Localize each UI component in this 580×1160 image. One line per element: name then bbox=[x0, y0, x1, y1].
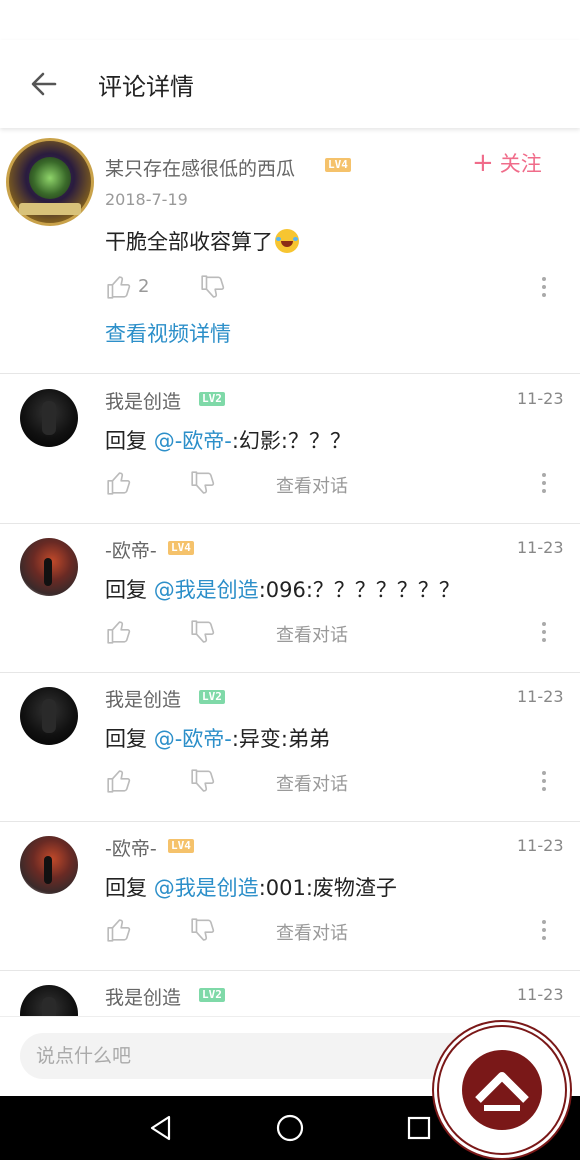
reply-prefix: 回复 bbox=[105, 727, 147, 751]
thumbs-up-icon bbox=[107, 621, 131, 644]
avatar[interactable] bbox=[20, 985, 78, 1016]
dislike-button[interactable] bbox=[188, 468, 218, 498]
thumbs-down-icon bbox=[201, 275, 225, 298]
level-badge: LV2 bbox=[199, 690, 225, 704]
mention-link[interactable]: @我是创造 bbox=[154, 876, 259, 900]
like-count: 2 bbox=[138, 276, 150, 297]
nav-home-button[interactable] bbox=[274, 1112, 306, 1144]
level-badge: LV2 bbox=[199, 988, 225, 1002]
thumbs-down-icon bbox=[191, 620, 215, 643]
thumbs-up-icon bbox=[107, 919, 131, 942]
list-item: 我是创造 LV2 11-23 bbox=[0, 971, 580, 1016]
reply-time: 11-23 bbox=[517, 985, 564, 1004]
mention-link[interactable]: @-欧帝- bbox=[154, 727, 232, 751]
thumbs-down-icon bbox=[191, 769, 215, 792]
more-options-button[interactable] bbox=[532, 617, 556, 647]
list-item: 我是创造 LV2 11-23 回复 @-欧帝-:幻影:？？？ 查看对话 bbox=[0, 375, 580, 524]
reply-body: :异变:弟弟 bbox=[231, 727, 330, 751]
mention-link[interactable]: @我是创造 bbox=[154, 578, 259, 602]
reply-body: :幻影:？？？ bbox=[231, 429, 351, 453]
username[interactable]: -欧帝- bbox=[105, 536, 157, 563]
comment-body: 干脆全部收容算了 bbox=[105, 230, 273, 254]
username[interactable]: 某只存在感很低的西瓜 bbox=[105, 154, 295, 181]
avatar[interactable] bbox=[6, 138, 94, 226]
view-conversation-link[interactable]: 查看对话 bbox=[276, 770, 348, 796]
list-item: -欧帝- LV4 11-23 回复 @我是创造:001:废物渣子 查看对话 bbox=[0, 822, 580, 971]
view-conversation-link[interactable]: 查看对话 bbox=[276, 919, 348, 945]
laughing-emoji-icon bbox=[275, 229, 299, 253]
more-options-button[interactable] bbox=[532, 468, 556, 498]
circle-home-icon bbox=[276, 1114, 304, 1142]
thumbs-up-icon bbox=[107, 770, 131, 793]
dislike-button[interactable] bbox=[188, 766, 218, 796]
more-options-button[interactable] bbox=[532, 766, 556, 796]
list-item: 我是创造 LV2 11-23 回复 @-欧帝-:异变:弟弟 查看对话 bbox=[0, 673, 580, 822]
view-conversation-link[interactable]: 查看对话 bbox=[276, 472, 348, 498]
username[interactable]: 我是创造 bbox=[105, 387, 181, 414]
more-options-button[interactable] bbox=[532, 915, 556, 945]
reply-time: 11-23 bbox=[517, 389, 564, 408]
comment-date: 2018-7-19 bbox=[105, 190, 188, 209]
thumbs-up-icon bbox=[107, 472, 131, 495]
level-badge: LV4 bbox=[325, 158, 351, 172]
level-badge: LV4 bbox=[168, 541, 194, 555]
reply-prefix: 回复 bbox=[105, 876, 147, 900]
avatar-ribbon bbox=[19, 203, 81, 215]
reply-time: 11-23 bbox=[517, 687, 564, 706]
watermark-logo bbox=[432, 1020, 572, 1160]
reply-body: :001:废物渣子 bbox=[258, 876, 397, 900]
mention-link[interactable]: @-欧帝- bbox=[154, 429, 232, 453]
status-bar bbox=[0, 0, 580, 40]
like-button[interactable] bbox=[104, 272, 134, 302]
back-arrow-icon bbox=[31, 72, 57, 96]
avatar[interactable] bbox=[20, 389, 78, 447]
dislike-button[interactable] bbox=[198, 272, 228, 302]
view-conversation-link[interactable]: 查看对话 bbox=[276, 621, 348, 647]
follow-label: 关注 bbox=[499, 152, 542, 176]
level-badge: LV4 bbox=[168, 839, 194, 853]
reply-prefix: 回复 bbox=[105, 429, 147, 453]
reply-time: 11-23 bbox=[517, 836, 564, 855]
thumbs-up-icon bbox=[107, 276, 131, 299]
follow-button[interactable]: + 关注 bbox=[472, 148, 542, 178]
avatar[interactable] bbox=[20, 836, 78, 894]
comment-input[interactable] bbox=[20, 1033, 490, 1079]
avatar[interactable] bbox=[20, 538, 78, 596]
list-item: -欧帝- LV4 11-23 回复 @我是创造:096:？？？？？？？ 查看对话 bbox=[0, 524, 580, 673]
nav-back-button[interactable] bbox=[145, 1112, 177, 1144]
reply-text: 回复 @我是创造:096:？？？？？？？ bbox=[105, 574, 460, 604]
page-title: 评论详情 bbox=[98, 72, 194, 101]
username[interactable]: -欧帝- bbox=[105, 834, 157, 861]
view-video-link[interactable]: 查看视频详情 bbox=[105, 318, 231, 348]
reply-time: 11-23 bbox=[517, 538, 564, 557]
more-options-button[interactable] bbox=[532, 272, 556, 302]
reply-text: 回复 @-欧帝-:异变:弟弟 bbox=[105, 723, 330, 753]
comment-text: 干脆全部收容算了 bbox=[105, 226, 299, 256]
dislike-button[interactable] bbox=[188, 915, 218, 945]
thumbs-down-icon bbox=[191, 918, 215, 941]
avatar[interactable] bbox=[20, 687, 78, 745]
watermark-seal bbox=[437, 1025, 567, 1155]
top-app-bar: 评论详情 bbox=[0, 40, 580, 128]
reply-text: 回复 @-欧帝-:幻影:？？？ bbox=[105, 425, 351, 455]
plus-icon: + bbox=[472, 148, 494, 178]
like-button[interactable] bbox=[104, 915, 134, 945]
level-badge: LV2 bbox=[199, 392, 225, 406]
avatar-crest bbox=[29, 157, 71, 199]
dislike-button[interactable] bbox=[188, 617, 218, 647]
square-recents-icon bbox=[407, 1116, 431, 1140]
like-button[interactable] bbox=[104, 617, 134, 647]
like-button[interactable] bbox=[104, 468, 134, 498]
back-button[interactable] bbox=[0, 40, 88, 128]
nav-recents-button[interactable] bbox=[403, 1112, 435, 1144]
triangle-back-icon bbox=[150, 1115, 171, 1141]
main-comment: 某只存在感很低的西瓜 LV4 + 关注 2018-7-19 干脆全部收容算了 2… bbox=[0, 130, 580, 374]
reply-body: :096:？？？？？？？ bbox=[258, 578, 460, 602]
reply-prefix: 回复 bbox=[105, 578, 147, 602]
reply-text: 回复 @我是创造:001:废物渣子 bbox=[105, 872, 397, 902]
like-button[interactable] bbox=[104, 766, 134, 796]
thumbs-down-icon bbox=[191, 471, 215, 494]
username[interactable]: 我是创造 bbox=[105, 983, 181, 1010]
username[interactable]: 我是创造 bbox=[105, 685, 181, 712]
